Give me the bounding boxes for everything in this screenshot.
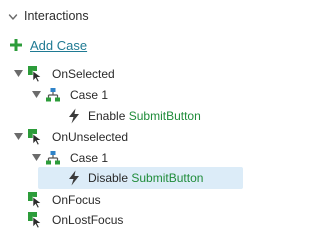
lightning-bolt-icon xyxy=(69,108,79,124)
tree-row-onfocus[interactable]: OnFocus xyxy=(0,189,250,211)
caret-down-icon[interactable] xyxy=(32,154,41,162)
chevron-down-icon[interactable] xyxy=(8,12,18,22)
interactions-section-header[interactable]: Interactions xyxy=(0,6,250,28)
add-case-label[interactable]: Add Case xyxy=(30,38,87,53)
tree-row-case[interactable]: Case 1 xyxy=(0,147,250,169)
case-label: Case 1 xyxy=(70,151,109,165)
case-branch-icon xyxy=(46,88,60,102)
event-label: OnUnselected xyxy=(52,130,129,144)
caret-down-icon[interactable] xyxy=(32,91,41,99)
event-label: OnSelected xyxy=(52,67,115,81)
interactions-panel: Interactions Add Case OnSelected Case 1 … xyxy=(0,0,250,240)
event-cursor-icon xyxy=(28,66,42,82)
caret-down-icon[interactable] xyxy=(14,133,23,141)
event-cursor-icon xyxy=(28,192,42,208)
event-label: OnLostFocus xyxy=(52,213,124,227)
action-target: SubmitButton xyxy=(128,109,201,123)
tree-row-action-selected[interactable]: Disable SubmitButton xyxy=(0,167,250,189)
lightning-bolt-icon xyxy=(69,170,79,186)
action-label: Disable SubmitButton xyxy=(88,171,203,185)
tree-row-onunselected[interactable]: OnUnselected xyxy=(0,126,250,148)
plus-icon xyxy=(10,39,22,51)
tree-row-action[interactable]: Enable SubmitButton xyxy=(0,105,250,127)
event-cursor-icon xyxy=(28,212,42,228)
add-case-link[interactable]: Add Case xyxy=(10,36,87,54)
action-verb: Disable xyxy=(88,171,129,185)
event-cursor-icon xyxy=(28,129,42,145)
action-verb: Enable xyxy=(88,109,126,123)
section-title: Interactions xyxy=(24,9,89,23)
tree-row-case[interactable]: Case 1 xyxy=(0,84,250,106)
action-target: SubmitButton xyxy=(131,171,204,185)
tree-row-onselected[interactable]: OnSelected xyxy=(0,63,250,85)
case-label: Case 1 xyxy=(70,88,109,102)
action-label: Enable SubmitButton xyxy=(88,109,201,123)
case-branch-icon xyxy=(46,151,60,165)
caret-down-icon[interactable] xyxy=(14,70,23,78)
event-label: OnFocus xyxy=(52,193,101,207)
tree-row-onlostfocus[interactable]: OnLostFocus xyxy=(0,209,250,231)
